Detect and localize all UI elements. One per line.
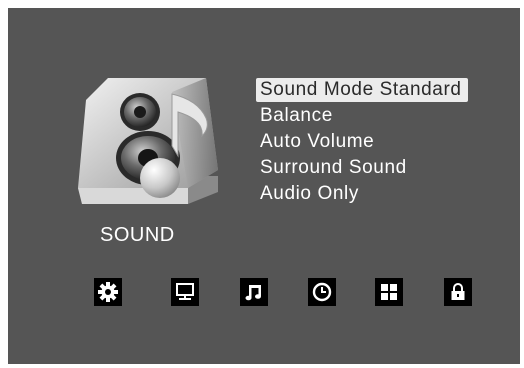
speaker-note-icon xyxy=(68,70,226,210)
menu-item-auto-volume[interactable]: Auto Volume xyxy=(256,130,468,154)
menu-item-audio-only[interactable]: Audio Only xyxy=(256,182,468,206)
clock-icon[interactable] xyxy=(308,278,336,306)
category-label: SOUND xyxy=(100,224,175,246)
lock-icon[interactable] xyxy=(444,278,472,306)
menu-item-balance[interactable]: Balance xyxy=(256,104,468,128)
gear-icon[interactable] xyxy=(94,278,122,306)
menu-item-surround-sound[interactable]: Surround Sound xyxy=(256,156,468,180)
grid-icon[interactable] xyxy=(375,278,403,306)
menu-item-sound-mode[interactable]: Sound Mode Standard xyxy=(256,78,468,102)
monitor-icon[interactable] xyxy=(171,278,199,306)
sound-menu: Sound Mode Standard Balance Auto Volume … xyxy=(256,78,468,208)
osd-screen: SOUND Sound Mode Standard Balance Auto V… xyxy=(8,8,520,364)
category-icon-bar xyxy=(94,278,478,318)
music-note-icon[interactable] xyxy=(240,278,268,306)
